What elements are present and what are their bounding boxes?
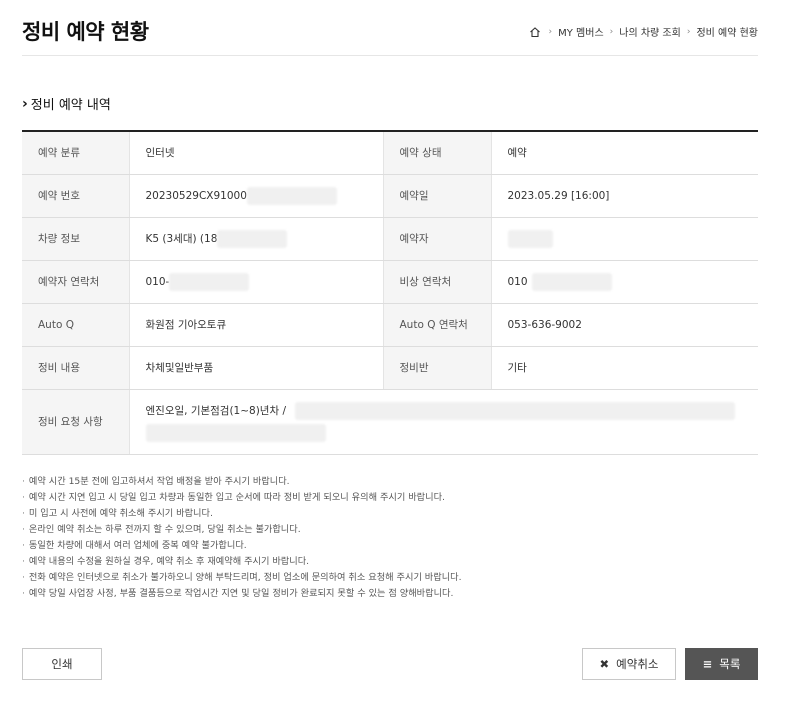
table-row: 예약자 연락처 010- 비상 연락처 010 [22,260,758,304]
list-item: 예약 내용의 수정을 원하실 경우, 예약 취소 후 재예약해 주시기 바랍니다… [22,554,462,570]
page-title: 정비 예약 현황 [22,20,149,44]
masked-area [507,229,553,248]
breadcrumb-item-current[interactable]: 정비 예약 현황 [696,24,758,39]
breadcrumb-separator-icon: › [686,26,691,37]
list-button-label: 목록 [719,657,741,671]
service-team-label: 정비반 [382,346,491,390]
masked-area [246,186,337,205]
table-row: 차량 정보 K5 (3세대) (18 예약자 [22,217,758,261]
breadcrumb-item-my-members[interactable]: MY 멤버스 [558,24,604,39]
reserver-contact-cell: 010- [128,260,383,304]
request-cell: 엔진오일, 기본점검(1~8)년차 / [128,389,758,455]
page-header: 정비 예약 현황 › MY 멤버스 › 나의 차량 조회 › 정비 예약 현황 [22,14,758,56]
reserver-contact-value: 010- [145,275,170,288]
vehicle-cell: K5 (3세대) (18 [128,217,383,261]
autoq-value: 화원점 기아오토큐 [128,303,383,347]
reservation-status-value: 예약 [490,131,758,175]
list-item: 예약 시간 15분 전에 입고하셔서 작업 배정을 받아 주시기 바랍니다. [22,474,462,490]
reservation-info-table: 예약 분류 인터넷 예약 상태 예약 예약 번호 20230529CX91000… [22,130,758,455]
table-row: 예약 번호 20230529CX91000 예약일 2023.05.29 [16… [22,174,758,218]
reservation-date-value: 2023.05.29 [16:00] [490,174,758,218]
home-icon[interactable] [529,26,541,38]
vehicle-value: K5 (3세대) (18 [145,232,218,245]
masked-area [169,272,250,291]
list-item: 예약 시간 지연 입고 시 당일 입고 차량과 동일한 입고 순서에 따라 정비… [22,490,462,506]
reservation-type-label: 예약 분류 [22,131,129,175]
vehicle-label: 차량 정보 [22,217,129,261]
masked-area [145,423,326,442]
emergency-contact-label: 비상 연락처 [382,260,491,304]
autoq-label: Auto Q [22,303,129,347]
breadcrumb-separator-icon: › [548,26,553,37]
list-item: 온라인 예약 취소는 하루 전까지 할 수 있으며, 당일 취소는 불가합니다. [22,522,462,538]
autoq-contact-value: 053-636-9002 [490,303,758,347]
table-row: 정비 내용 차체및일반부품 정비반 기타 [22,346,758,390]
table-row: 정비 요청 사항 엔진오일, 기본점검(1~8)년차 / [22,389,758,455]
reserver-cell [490,217,758,261]
breadcrumb-item-vehicle-lookup[interactable]: 나의 차량 조회 [619,24,681,39]
table-row: 예약 분류 인터넷 예약 상태 예약 [22,131,758,175]
reservation-number-cell: 20230529CX91000 [128,174,383,218]
autoq-contact-label: Auto Q 연락처 [382,303,491,347]
reservation-type-value: 인터넷 [128,131,383,175]
masked-area [217,229,288,248]
service-team-value: 기타 [490,346,758,390]
list-item: 전화 예약은 인터넷으로 취소가 불가하오니 양해 부탁드리며, 정비 업소에 … [22,570,462,586]
reservation-number-value: 20230529CX91000 [145,189,247,202]
section-title: › 정비 예약 내역 [22,94,111,114]
section-title-label: 정비 예약 내역 [30,98,111,113]
breadcrumb: › MY 멤버스 › 나의 차량 조회 › 정비 예약 현황 [529,24,758,39]
breadcrumb-separator-icon: › [609,26,614,37]
service-content-value: 차체및일반부품 [128,346,383,390]
reservation-date-label: 예약일 [382,174,491,218]
table-row: Auto Q 화원점 기아오토큐 Auto Q 연락처 053-636-9002 [22,303,758,347]
list-item: 예약 당일 사업장 사정, 부품 결품등으로 작업시간 지연 및 당일 정비가 … [22,586,462,602]
notice-list: 예약 시간 15분 전에 입고하셔서 작업 배정을 받아 주시기 바랍니다. 예… [22,474,462,602]
masked-area [295,401,736,420]
request-value: 엔진오일, 기본점검(1~8)년차 / [145,404,287,417]
list-item: 동일한 차량에 대해서 여러 업체에 중복 예약 불가합니다. [22,538,462,554]
emergency-contact-value: 010 [507,275,528,288]
reserver-contact-label: 예약자 연락처 [22,260,129,304]
request-label: 정비 요청 사항 [22,389,129,455]
chevron-right-icon: › [22,95,28,112]
menu-icon: ≡ [702,657,713,671]
close-icon: ✖ [599,657,610,671]
cancel-button-label: 예약취소 [616,657,659,671]
masked-area [531,272,612,291]
reservation-number-label: 예약 번호 [22,174,129,218]
print-button[interactable]: 인쇄 [22,648,102,680]
list-button[interactable]: ≡ 목록 [685,648,758,680]
service-content-label: 정비 내용 [22,346,129,390]
reservation-status-label: 예약 상태 [382,131,491,175]
cancel-reservation-button[interactable]: ✖ 예약취소 [582,648,676,680]
list-item: 미 입고 시 사전에 예약 취소해 주시기 바랍니다. [22,506,462,522]
reserver-label: 예약자 [382,217,491,261]
emergency-contact-cell: 010 [490,260,758,304]
print-button-label: 인쇄 [51,657,73,671]
